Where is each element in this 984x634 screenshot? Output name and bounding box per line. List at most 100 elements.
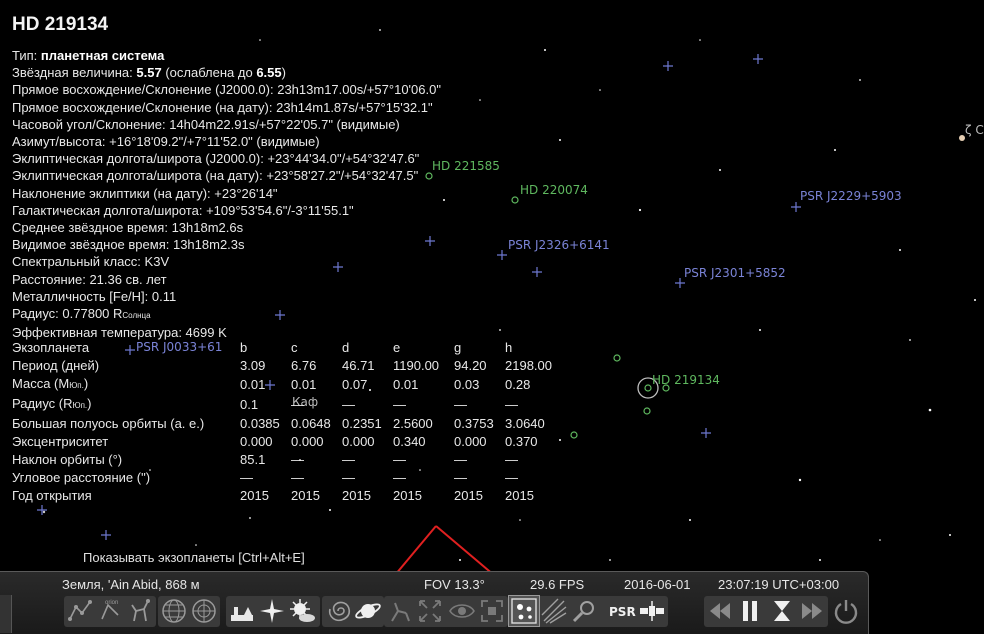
center-selected-button[interactable] — [477, 596, 507, 626]
table-row: Радиус (RЮп.) 0.1— — — — — — [12, 395, 556, 415]
deep-sky-objects-button[interactable] — [323, 596, 353, 626]
pause-button[interactable] — [735, 596, 765, 626]
info-line: Наклонение эклиптики (на дату): +23°26'1… — [12, 185, 441, 202]
info-label: Звёздная величина: — [12, 65, 137, 81]
row-label-subscript: Юп. — [72, 401, 88, 410]
constellation-lines-button[interactable] — [65, 596, 95, 626]
row-label-text: Период (дней) — [12, 358, 100, 373]
table-cell: 46.71 — [342, 358, 375, 373]
constellation-labels-icon: orion — [101, 600, 119, 620]
table-row-label: Наклон орбиты (°) — [12, 451, 240, 469]
fullscreen-arrows-icon — [419, 600, 441, 622]
mount-button[interactable] — [385, 596, 415, 626]
table-cell: — — [454, 470, 467, 485]
constellation-art-button[interactable] — [125, 596, 155, 626]
table-cell: 1190.00 — [393, 358, 440, 373]
info-line: Металличность [Fe/H]: 0.11 — [12, 288, 441, 305]
show-exoplanets-button[interactable] — [508, 595, 540, 627]
table-cell: 3.0640 — [505, 416, 545, 431]
hourglass-icon — [774, 601, 790, 621]
info-line: Прямое восхождение/Склонение (J2000.0): … — [12, 81, 441, 98]
row-label-end: ) — [87, 396, 92, 411]
center-frame-icon — [481, 600, 503, 622]
table-row: Год открытия 2015 2015 2015 2015 2015 2015 — [12, 487, 556, 505]
table-header-planet: b — [240, 340, 248, 355]
info-label: Галактическая долгота/широта: — [12, 202, 207, 218]
table-row-label: Радиус (RЮп.) — [12, 395, 240, 415]
table-cell: — — [505, 397, 518, 412]
decrease-time-speed-button[interactable] — [705, 596, 735, 626]
info-value: +23°58'27.2"/+54°32'47.5" — [266, 168, 419, 184]
info-value: +23°44'34.0"/+54°32'47.6" — [267, 151, 420, 167]
svg-text:PSR: PSR — [609, 605, 636, 619]
info-line: Радиус: 0.77800 RСолнца — [12, 305, 441, 324]
cardinal-points-button[interactable] — [257, 596, 287, 626]
table-cell: — — [291, 470, 304, 485]
atmosphere-button[interactable] — [287, 596, 317, 626]
telescope-mount-icon — [391, 602, 410, 622]
table-cell: 0.01 — [393, 377, 419, 392]
info-line: Прямое восхождение/Склонение (на дату): … — [12, 99, 441, 116]
current-time-button[interactable] — [767, 596, 797, 626]
table-cell: 0.000 — [342, 434, 375, 449]
search-objects-button[interactable] — [569, 596, 599, 626]
table-header-label: Экзопланета — [12, 340, 90, 355]
info-label: Тип: — [12, 48, 41, 63]
table-cell: — — [291, 452, 304, 467]
table-row-label: Год открытия — [12, 487, 240, 505]
status-date[interactable]: 2016-06-01 — [624, 577, 691, 592]
pulsars-button[interactable]: PSR — [607, 596, 637, 626]
night-mode-button[interactable] — [447, 596, 477, 626]
equatorial-grid-icon — [162, 599, 186, 623]
info-label: Часовой угол/Склонение: — [12, 116, 170, 132]
table-cell: 0.000 — [454, 434, 487, 449]
quit-button[interactable] — [831, 596, 861, 626]
status-location[interactable]: Земля, 'Ain Abid, 868 м — [62, 577, 200, 592]
table-cell: 94.20 — [454, 358, 487, 373]
svg-text:orion: orion — [105, 600, 118, 606]
info-value: 4699 K — [185, 325, 227, 341]
azimuthal-grid-icon — [192, 599, 216, 623]
info-line: Галактическая долгота/широта: +109°53'54… — [12, 202, 441, 219]
toolbar-edge-handle[interactable] — [0, 595, 12, 633]
table-cell: 0.000 — [240, 434, 273, 449]
table-cell: 6.76 — [291, 358, 317, 373]
table-row: Масса (MЮп.) 0.01 0.01 0.07 0.01 0.03 0.28 — [12, 375, 556, 395]
increase-time-speed-button[interactable] — [797, 596, 827, 626]
info-label: Эклиптическая долгота/широта (J2000.0): — [12, 151, 268, 167]
info-label: Прямое восхождение/Склонение (J2000.0): — [12, 82, 278, 98]
row-label-end: ) — [83, 376, 89, 391]
azimuthal-grid-button[interactable] — [189, 596, 219, 626]
table-cell: — — [505, 470, 518, 485]
status-time[interactable]: 23:07:19 UTC+03:00 — [718, 577, 839, 592]
equatorial-grid-button[interactable] — [159, 596, 189, 626]
meteor-showers-button[interactable] — [539, 596, 569, 626]
table-cell: 0.28 — [505, 377, 531, 392]
satellites-button[interactable] — [637, 596, 667, 626]
info-label: Прямое восхождение/Склонение (на дату): — [12, 99, 277, 115]
table-cell: 2.5600 — [393, 416, 433, 431]
constellation-labels-button[interactable]: orion — [95, 596, 125, 626]
landscape-icon — [231, 607, 253, 621]
info-value: 0.11 — [151, 288, 177, 304]
info-label: Металличность [Fe/H]: — [12, 288, 152, 304]
info-line: Видимое звёздное время: 13h18m2.3s — [12, 236, 441, 253]
table-cell: 0.1 — [240, 397, 259, 412]
exoplanet-table: Экзопланета b c d e g h Период (дней) 3.09 6.76 46… — [12, 339, 556, 505]
table-cell: 0.0385 — [240, 416, 280, 431]
table-cell: 2015 — [240, 488, 269, 503]
info-value: 23h13m17.00s/+57°10'06.0" — [277, 82, 441, 98]
atmosphere-icon — [290, 599, 315, 622]
constellation-art-icon — [131, 599, 150, 622]
info-value: K3V — [144, 254, 170, 270]
table-cell: — — [393, 452, 406, 467]
table-cell: 2015 — [342, 488, 371, 503]
table-cell: 3.09 — [240, 358, 266, 373]
full-screen-button[interactable] — [415, 596, 445, 626]
table-row: Период (дней) 3.09 6.76 46.71 1190.00 94.20 21… — [12, 357, 556, 375]
planet-labels-button[interactable] — [353, 596, 383, 626]
ground-button[interactable] — [227, 596, 257, 626]
table-cell: 0.3753 — [454, 416, 494, 431]
table-cell: 0.370 — [505, 434, 538, 449]
info-value: 21.36 св. лет — [89, 271, 167, 287]
